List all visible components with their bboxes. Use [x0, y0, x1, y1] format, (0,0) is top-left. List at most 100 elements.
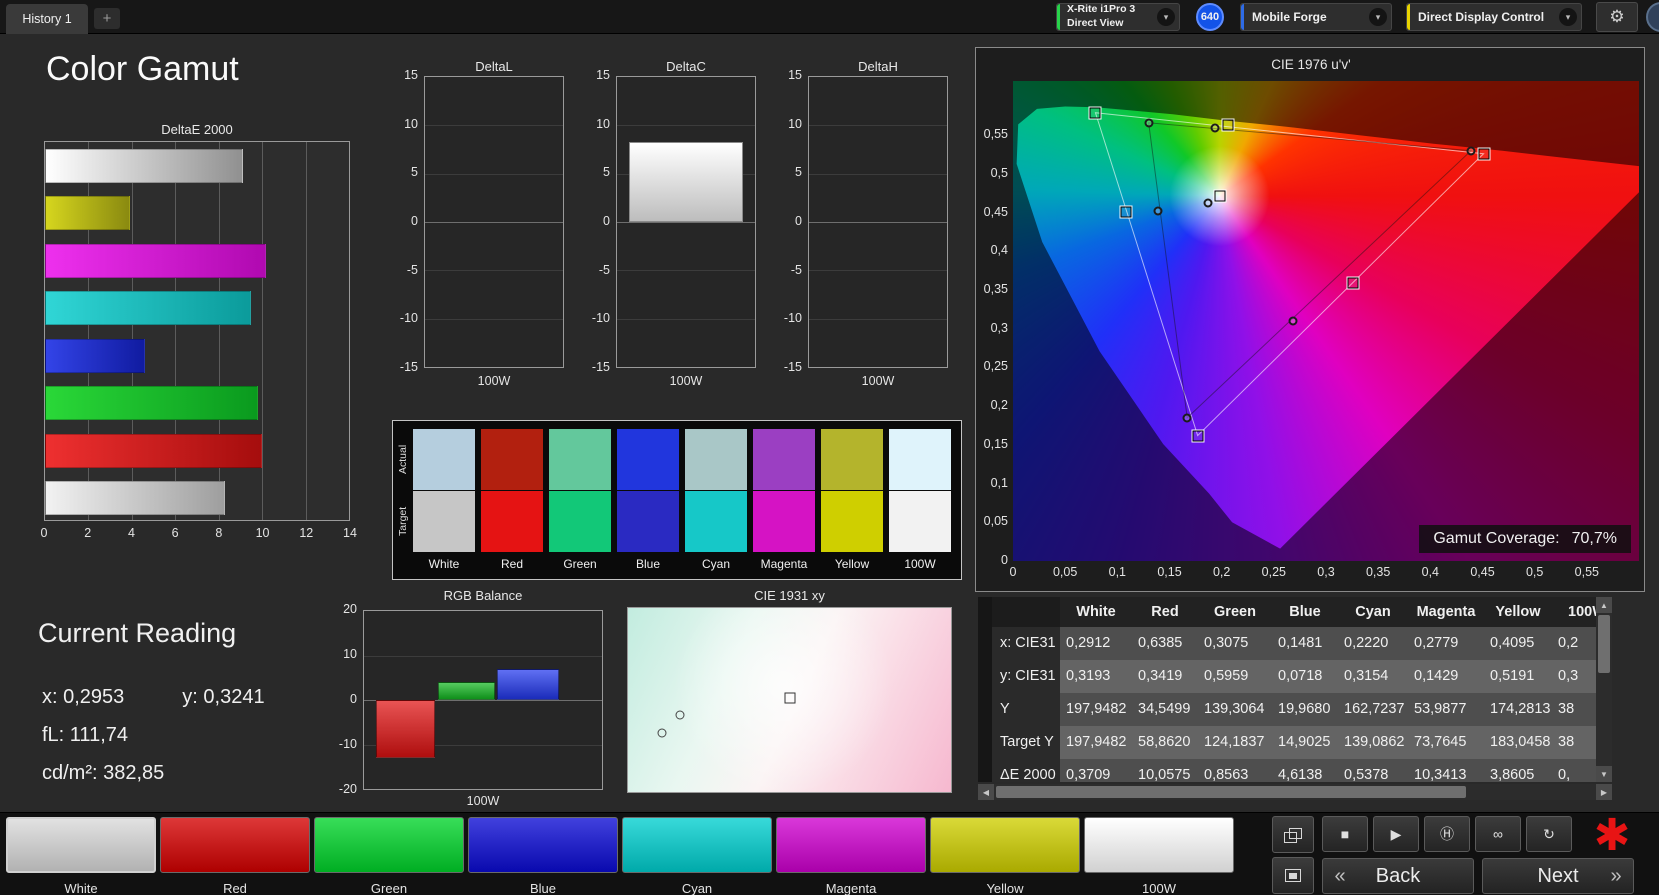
partial-circle-button[interactable]	[1646, 2, 1659, 32]
axis-tick-label: -10	[399, 311, 418, 326]
spectracal-asterisk-icon: ✱	[1593, 810, 1631, 860]
axis-tick-label: 0	[411, 214, 418, 228]
meter-accent	[1057, 4, 1060, 30]
axis-tick-label: 0,5	[990, 165, 1008, 180]
axis-tick-label: 5	[603, 165, 610, 180]
meter-dropdown-text: X-Rite i1Pro 3 Direct View	[1057, 3, 1163, 30]
tab-history-1[interactable]: History 1	[6, 4, 88, 34]
meter-count-badge[interactable]: 640	[1196, 3, 1224, 31]
display-control-name: Direct Display Control	[1418, 10, 1545, 24]
actual-swatch-cyan	[685, 429, 747, 490]
axis-tick-label: 0,45	[1470, 565, 1495, 579]
table-row-0[interactable]: x: CIE31 0,2912 0,6385 0,3075 0,1481 0,2220 0,…	[992, 627, 1596, 660]
meter-dropdown[interactable]: X-Rite i1Pro 3 Direct View ▾	[1056, 3, 1180, 31]
swatch-label: Red	[500, 557, 523, 571]
scroll-right-button[interactable]: ▶	[1596, 784, 1612, 800]
row-label: ΔE 2000	[992, 759, 1060, 782]
swatch-label: 100W	[904, 557, 936, 571]
table-cell: 0,2220	[1344, 635, 1389, 651]
deltae-bar-100w	[45, 481, 226, 516]
table-row-4[interactable]: ΔE 2000 0,3709 10,0575 0,8563 4,6138 0,5378 10…	[992, 759, 1596, 782]
play-button[interactable]: ▶	[1373, 816, 1419, 852]
gridline	[617, 318, 755, 320]
patch-button-label: Yellow	[986, 881, 1024, 895]
axis-tick-label: 10	[788, 116, 802, 131]
axis-tick-label: 0,35	[983, 282, 1008, 297]
target-marker-green	[1089, 107, 1101, 119]
layout-windows-button[interactable]	[1272, 816, 1314, 853]
axis-tick-label: 12	[299, 526, 314, 540]
patch-button-red[interactable]	[160, 817, 310, 873]
axis-tick-label: -5	[598, 262, 610, 277]
axis-tick-label: 10	[255, 526, 270, 540]
table-cell: 0,5191	[1490, 668, 1535, 684]
patch-button-yellow[interactable]	[930, 817, 1080, 873]
cie1976-plot: Gamut Coverage: 70,7%	[1013, 81, 1639, 561]
patch-button-white[interactable]	[6, 817, 156, 873]
axis-tick-label: 5	[795, 165, 802, 180]
page-title: Color Gamut	[46, 50, 239, 88]
patch-button-magenta[interactable]	[776, 817, 926, 873]
axis-tick-label: 0,25	[983, 359, 1008, 374]
table-cell: 4,6138	[1278, 767, 1323, 782]
row-label-actual: Actual	[397, 444, 409, 475]
measurement-marker-yellow	[1210, 123, 1220, 133]
next-button[interactable]: Next »	[1482, 858, 1634, 894]
horizontal-scrollbar[interactable]: ◀ ▶	[978, 784, 1612, 800]
table-cell: 124,1837	[1204, 734, 1265, 750]
table-cell: 38	[1558, 701, 1575, 717]
source-name: Mobile Forge	[1252, 10, 1327, 24]
patch-button-label: White	[64, 881, 98, 895]
column-header-blue: Blue	[1289, 604, 1321, 620]
back-button[interactable]: « Back	[1322, 858, 1474, 894]
patch-button-label: 100W	[1142, 881, 1176, 895]
scroll-up-button[interactable]: ▲	[1596, 597, 1612, 613]
target-swatch-yellow	[821, 491, 883, 552]
patch-button-green[interactable]	[314, 817, 464, 873]
rgb-balance-plot	[363, 610, 603, 790]
table-cell: 19,9680	[1278, 701, 1331, 717]
table-cell: 183,0458	[1490, 734, 1551, 750]
swatch-label: Yellow	[834, 557, 870, 571]
axis-tick-label: 0	[40, 526, 48, 540]
scroll-down-button[interactable]: ▼	[1596, 766, 1612, 782]
gridline	[617, 222, 755, 223]
table-cell: 0,3	[1558, 668, 1579, 684]
scroll-thumb[interactable]	[1598, 615, 1610, 673]
scroll-thumb[interactable]	[996, 786, 1466, 798]
patch-button-blue[interactable]	[468, 817, 618, 873]
hold-button[interactable]: Ⓗ	[1424, 816, 1470, 852]
target-swatch-white	[413, 491, 475, 552]
gear-icon[interactable]: ⚙	[1596, 2, 1638, 32]
axis-tick-label: 0,2	[1212, 565, 1231, 579]
continuous-button[interactable]: ∞	[1475, 816, 1521, 852]
delta-bar	[629, 141, 743, 222]
gridline	[425, 318, 563, 320]
table-row-2[interactable]: Y 197,9482 34,5499 139,3064 19,9680 162,7237 5…	[992, 693, 1596, 726]
deltae-bar-green	[45, 386, 258, 421]
table-cell: 73,7645	[1414, 734, 1467, 750]
axis-tick-label: -15	[591, 360, 610, 374]
row-label-target: Target	[397, 506, 409, 537]
add-tab-button[interactable]: +	[94, 8, 120, 29]
fullscreen-button[interactable]	[1272, 857, 1314, 894]
display-control-dropdown[interactable]: Direct Display Control ▾	[1406, 3, 1582, 31]
table-row-3[interactable]: Target Y 197,9482 58,8620 124,1837 14,9025 13…	[992, 726, 1596, 759]
cie1931-plot	[627, 607, 952, 793]
chart-title-rgb-balance: RGB Balance	[443, 588, 523, 603]
deltae-bar-blue	[45, 338, 145, 373]
source-dropdown[interactable]: Mobile Forge ▾	[1240, 3, 1392, 31]
table-cell: 0,3419	[1138, 668, 1183, 684]
scroll-left-button[interactable]: ◀	[978, 784, 994, 800]
vertical-scrollbar[interactable]: ▲ ▼	[1596, 597, 1612, 782]
patch-button-cyan[interactable]	[622, 817, 772, 873]
refresh-button[interactable]: ↻	[1526, 816, 1572, 852]
axis-tick-label: -10	[783, 311, 802, 326]
table-cell: 0,3075	[1204, 635, 1249, 651]
axis-tick-label: 20	[343, 602, 357, 616]
table-cell: 0,5959	[1204, 668, 1249, 684]
table-row-1[interactable]: y: CIE31 0,3193 0,3419 0,5959 0,0718 0,3154 0,…	[992, 660, 1596, 693]
stop-button[interactable]: ■	[1322, 816, 1368, 852]
patch-button-100w[interactable]	[1084, 817, 1234, 873]
axis-tick-label: 15	[404, 68, 418, 82]
